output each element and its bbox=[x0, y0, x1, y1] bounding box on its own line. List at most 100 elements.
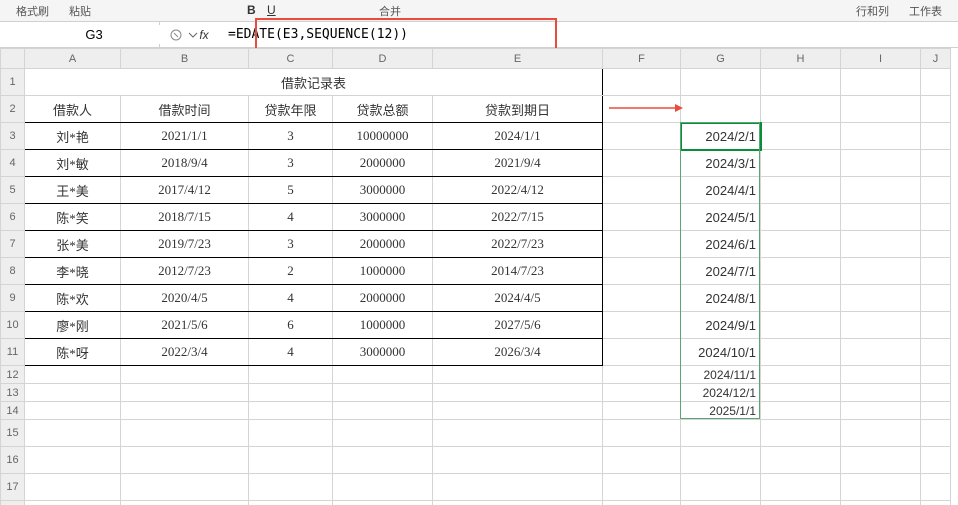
cell-I12[interactable] bbox=[841, 366, 921, 384]
cell-E13[interactable] bbox=[433, 384, 603, 402]
cell-F10[interactable] bbox=[603, 312, 681, 339]
cell-A14[interactable] bbox=[25, 402, 121, 420]
cell-A17[interactable] bbox=[25, 474, 121, 501]
column-header-E[interactable]: E bbox=[433, 49, 603, 69]
cell-A2[interactable]: 借款人 bbox=[25, 96, 121, 123]
cell-G17[interactable] bbox=[681, 474, 761, 501]
cell-H9[interactable] bbox=[761, 285, 841, 312]
cell-B7[interactable]: 2019/7/23 bbox=[121, 231, 249, 258]
cell-D11[interactable]: 3000000 bbox=[333, 339, 433, 366]
cell-D14[interactable] bbox=[333, 402, 433, 420]
cell-D15[interactable] bbox=[333, 420, 433, 447]
cell-I15[interactable] bbox=[841, 420, 921, 447]
cell-H6[interactable] bbox=[761, 204, 841, 231]
cell-A18[interactable] bbox=[25, 501, 121, 505]
cell-C15[interactable] bbox=[249, 420, 333, 447]
cell-B9[interactable]: 2020/4/5 bbox=[121, 285, 249, 312]
cell-G4[interactable]: 2024/3/1 bbox=[681, 150, 761, 177]
cell-I11[interactable] bbox=[841, 339, 921, 366]
cell-A11[interactable]: 陈*呀 bbox=[25, 339, 121, 366]
name-box-input[interactable] bbox=[4, 25, 184, 44]
cell-G6[interactable]: 2024/5/1 bbox=[681, 204, 761, 231]
cell-B13[interactable] bbox=[121, 384, 249, 402]
cell-D5[interactable]: 3000000 bbox=[333, 177, 433, 204]
cell-B2[interactable]: 借款时间 bbox=[121, 96, 249, 123]
formula-input[interactable] bbox=[224, 25, 958, 44]
cell-C5[interactable]: 5 bbox=[249, 177, 333, 204]
cell-B6[interactable]: 2018/7/15 bbox=[121, 204, 249, 231]
cell-F9[interactable] bbox=[603, 285, 681, 312]
cell-H14[interactable] bbox=[761, 402, 841, 420]
cell-D3[interactable]: 10000000 bbox=[333, 123, 433, 150]
cell-G15[interactable] bbox=[681, 420, 761, 447]
row-header-18[interactable]: 18 bbox=[1, 501, 25, 505]
column-header-H[interactable]: H bbox=[761, 49, 841, 69]
cell-G16[interactable] bbox=[681, 447, 761, 474]
cell-F12[interactable] bbox=[603, 366, 681, 384]
cell-B5[interactable]: 2017/4/12 bbox=[121, 177, 249, 204]
cell-J14[interactable] bbox=[921, 402, 951, 420]
cell-D9[interactable]: 2000000 bbox=[333, 285, 433, 312]
cell-C4[interactable]: 3 bbox=[249, 150, 333, 177]
cell-I16[interactable] bbox=[841, 447, 921, 474]
cell-J17[interactable] bbox=[921, 474, 951, 501]
cell-D10[interactable]: 1000000 bbox=[333, 312, 433, 339]
row-header-16[interactable]: 16 bbox=[1, 447, 25, 474]
cell-E15[interactable] bbox=[433, 420, 603, 447]
cell-I6[interactable] bbox=[841, 204, 921, 231]
row-header-12[interactable]: 12 bbox=[1, 366, 25, 384]
cell-H2[interactable] bbox=[761, 96, 841, 123]
row-header-3[interactable]: 3 bbox=[1, 123, 25, 150]
cell-B17[interactable] bbox=[121, 474, 249, 501]
cell-I7[interactable] bbox=[841, 231, 921, 258]
cell-E11[interactable]: 2026/3/4 bbox=[433, 339, 603, 366]
cell-H1[interactable] bbox=[761, 69, 841, 96]
format-painter-button[interactable]: 格式刷 bbox=[8, 1, 57, 21]
cell-H18[interactable] bbox=[761, 501, 841, 505]
cancel-formula-icon[interactable] bbox=[168, 27, 184, 43]
cell-D16[interactable] bbox=[333, 447, 433, 474]
worksheet-button[interactable]: 工作表 bbox=[901, 1, 950, 21]
column-header-G[interactable]: G bbox=[681, 49, 761, 69]
cell-B3[interactable]: 2021/1/1 bbox=[121, 123, 249, 150]
cell-H12[interactable] bbox=[761, 366, 841, 384]
cell-B12[interactable] bbox=[121, 366, 249, 384]
cell-G12[interactable]: 2024/11/1 bbox=[681, 366, 761, 384]
cell-J1[interactable] bbox=[921, 69, 951, 96]
cell-J2[interactable] bbox=[921, 96, 951, 123]
cell-D17[interactable] bbox=[333, 474, 433, 501]
row-header-14[interactable]: 14 bbox=[1, 402, 25, 420]
underline-icon[interactable]: U bbox=[267, 3, 283, 19]
cell-B8[interactable]: 2012/7/23 bbox=[121, 258, 249, 285]
cell-A16[interactable] bbox=[25, 447, 121, 474]
cell-G9[interactable]: 2024/8/1 bbox=[681, 285, 761, 312]
cell-J3[interactable] bbox=[921, 123, 951, 150]
merge-button[interactable]: 合并 bbox=[371, 1, 409, 21]
row-header-10[interactable]: 10 bbox=[1, 312, 25, 339]
row-header-17[interactable]: 17 bbox=[1, 474, 25, 501]
cell-E14[interactable] bbox=[433, 402, 603, 420]
cell-B11[interactable]: 2022/3/4 bbox=[121, 339, 249, 366]
cell-F14[interactable] bbox=[603, 402, 681, 420]
cell-E17[interactable] bbox=[433, 474, 603, 501]
cell-G3[interactable]: 2024/2/1 bbox=[681, 123, 761, 150]
row-header-8[interactable]: 8 bbox=[1, 258, 25, 285]
cell-C17[interactable] bbox=[249, 474, 333, 501]
cell-J8[interactable] bbox=[921, 258, 951, 285]
column-header-A[interactable]: A bbox=[25, 49, 121, 69]
cell-G10[interactable]: 2024/9/1 bbox=[681, 312, 761, 339]
cell-E4[interactable]: 2021/9/4 bbox=[433, 150, 603, 177]
rows-cols-button[interactable]: 行和列 bbox=[848, 1, 897, 21]
cell-A10[interactable]: 廖*刚 bbox=[25, 312, 121, 339]
cell-I2[interactable] bbox=[841, 96, 921, 123]
cell-H16[interactable] bbox=[761, 447, 841, 474]
cell-F7[interactable] bbox=[603, 231, 681, 258]
cell-F16[interactable] bbox=[603, 447, 681, 474]
cell-D4[interactable]: 2000000 bbox=[333, 150, 433, 177]
cell-H5[interactable] bbox=[761, 177, 841, 204]
cell-E6[interactable]: 2022/7/15 bbox=[433, 204, 603, 231]
cell-C11[interactable]: 4 bbox=[249, 339, 333, 366]
cell-I18[interactable] bbox=[841, 501, 921, 505]
cell-J9[interactable] bbox=[921, 285, 951, 312]
cell-E8[interactable]: 2014/7/23 bbox=[433, 258, 603, 285]
